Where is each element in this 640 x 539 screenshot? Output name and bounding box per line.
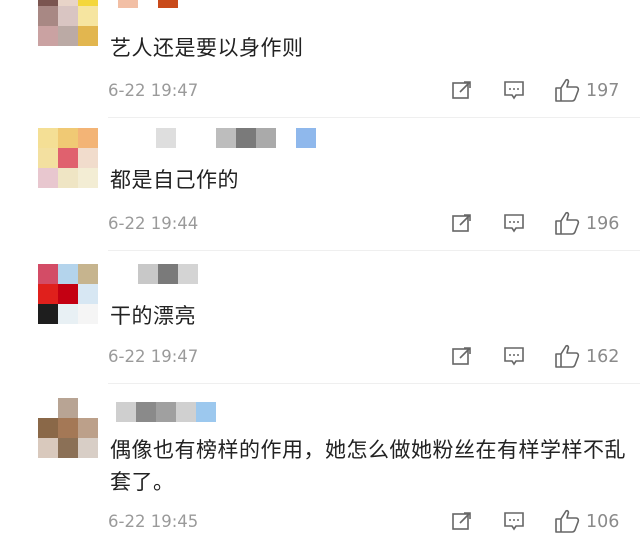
comment-text: 都是自己作的 bbox=[110, 168, 239, 192]
divider bbox=[108, 383, 640, 384]
avatar-pixel bbox=[38, 128, 58, 148]
avatar-pixel bbox=[38, 168, 58, 188]
avatar-pixel bbox=[38, 398, 58, 418]
name-pixel bbox=[196, 128, 216, 148]
avatar-pixel bbox=[58, 168, 78, 188]
like-count: 196 bbox=[586, 214, 620, 234]
avatar-pixel bbox=[38, 284, 58, 304]
name-pixel bbox=[138, 264, 158, 284]
name-pixel bbox=[116, 402, 136, 422]
avatar-pixel bbox=[78, 398, 98, 418]
like-icon[interactable] bbox=[554, 77, 580, 103]
like-count: 106 bbox=[586, 512, 620, 532]
name-pixel bbox=[118, 264, 138, 284]
avatar-pixel bbox=[38, 6, 58, 26]
name-pixel bbox=[136, 128, 156, 148]
share-icon[interactable] bbox=[451, 510, 473, 532]
username-blurred[interactable] bbox=[116, 402, 216, 422]
name-pixel bbox=[178, 0, 198, 8]
avatar[interactable] bbox=[38, 264, 98, 324]
avatar[interactable] bbox=[38, 128, 98, 188]
avatar-pixel bbox=[58, 418, 78, 438]
comment-text: 偶像也有榜样的作用，她怎么做她粉丝在有样学样不乱套了。 bbox=[110, 438, 626, 494]
name-pixel bbox=[156, 402, 176, 422]
avatar-pixel bbox=[78, 6, 98, 26]
like-icon[interactable] bbox=[554, 343, 580, 369]
name-pixel bbox=[138, 0, 158, 8]
avatar-pixel bbox=[58, 304, 78, 324]
name-pixel bbox=[236, 128, 256, 148]
name-pixel bbox=[118, 0, 138, 8]
name-pixel bbox=[296, 128, 316, 148]
avatar-pixel bbox=[78, 128, 98, 148]
divider bbox=[108, 117, 640, 118]
username-blurred[interactable] bbox=[118, 264, 198, 284]
comment-icon[interactable] bbox=[503, 345, 525, 367]
avatar-pixel bbox=[58, 26, 78, 46]
username-blurred[interactable] bbox=[118, 0, 198, 8]
name-pixel bbox=[256, 128, 276, 148]
like-count: 197 bbox=[586, 81, 620, 101]
avatar-pixel bbox=[78, 148, 98, 168]
avatar-pixel bbox=[38, 418, 58, 438]
avatar-pixel bbox=[78, 284, 98, 304]
share-icon[interactable] bbox=[451, 212, 473, 234]
name-pixel bbox=[276, 128, 296, 148]
comment-time: 6-22 19:45 bbox=[108, 512, 199, 531]
share-icon[interactable] bbox=[451, 345, 473, 367]
divider bbox=[108, 250, 640, 251]
avatar-pixel bbox=[58, 438, 78, 458]
avatar[interactable] bbox=[38, 398, 98, 458]
comment-time: 6-22 19:44 bbox=[108, 214, 199, 233]
avatar-pixel bbox=[38, 438, 58, 458]
avatar-pixel bbox=[38, 148, 58, 168]
like-icon[interactable] bbox=[554, 210, 580, 236]
avatar-pixel bbox=[78, 168, 98, 188]
comment-icon[interactable] bbox=[503, 212, 525, 234]
name-pixel bbox=[178, 264, 198, 284]
name-pixel bbox=[196, 402, 216, 422]
avatar-pixel bbox=[58, 398, 78, 418]
like-count: 162 bbox=[586, 347, 620, 367]
avatar-pixel bbox=[78, 264, 98, 284]
avatar-pixel bbox=[78, 26, 98, 46]
name-pixel bbox=[158, 264, 178, 284]
avatar-pixel bbox=[38, 264, 58, 284]
like-icon[interactable] bbox=[554, 508, 580, 534]
avatar-pixel bbox=[58, 264, 78, 284]
avatar-pixel bbox=[58, 6, 78, 26]
avatar-pixel bbox=[58, 128, 78, 148]
avatar-pixel bbox=[78, 418, 98, 438]
comment-time: 6-22 19:47 bbox=[108, 81, 199, 100]
avatar[interactable] bbox=[38, 0, 98, 46]
avatar-pixel bbox=[58, 284, 78, 304]
name-pixel bbox=[176, 402, 196, 422]
comment-text: 艺人还是要以身作则 bbox=[110, 36, 304, 60]
name-pixel bbox=[156, 128, 176, 148]
avatar-pixel bbox=[38, 304, 58, 324]
comment-icon[interactable] bbox=[503, 510, 525, 532]
name-pixel bbox=[216, 128, 236, 148]
avatar-pixel bbox=[58, 148, 78, 168]
name-pixel bbox=[158, 0, 178, 8]
avatar-pixel bbox=[38, 26, 58, 46]
name-pixel bbox=[176, 128, 196, 148]
share-icon[interactable] bbox=[451, 79, 473, 101]
name-pixel bbox=[136, 402, 156, 422]
avatar-pixel bbox=[78, 438, 98, 458]
avatar-pixel bbox=[78, 304, 98, 324]
username-blurred[interactable] bbox=[136, 128, 316, 148]
comment-icon[interactable] bbox=[503, 79, 525, 101]
comment-time: 6-22 19:47 bbox=[108, 347, 199, 366]
comment-text: 干的漂亮 bbox=[110, 304, 196, 328]
